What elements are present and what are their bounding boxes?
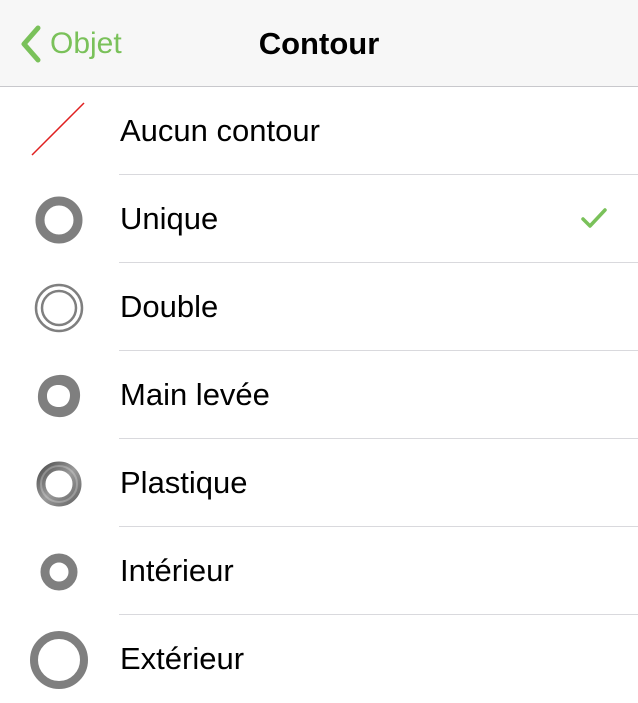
option-plastic[interactable]: Plastique: [0, 439, 638, 527]
no-stroke-icon: [28, 101, 90, 163]
back-button-label: Objet: [50, 27, 122, 60]
option-label: Unique: [120, 201, 219, 236]
option-double[interactable]: Double: [0, 263, 638, 351]
option-no-stroke[interactable]: Aucun contour: [0, 87, 638, 175]
double-stroke-icon: [28, 277, 90, 339]
option-label: Aucun contour: [120, 113, 320, 148]
navigation-bar: Contour Objet: [0, 0, 638, 87]
option-label: Intérieur: [120, 553, 234, 588]
chevron-left-icon: [20, 25, 42, 63]
option-inner[interactable]: Intérieur: [0, 527, 638, 615]
option-label: Extérieur: [120, 641, 245, 676]
checkmark-icon: [580, 206, 608, 230]
option-label: Plastique: [120, 465, 248, 500]
back-button[interactable]: Objet: [20, 20, 122, 68]
plastic-stroke-icon: [28, 453, 90, 515]
option-label: Double: [120, 289, 219, 324]
stroke-options-list: Aucun contour Unique Double Main levée P…: [0, 87, 638, 703]
option-label: Main levée: [120, 377, 270, 412]
inner-stroke-icon: [28, 541, 90, 603]
option-single[interactable]: Unique: [0, 175, 638, 263]
option-freehand[interactable]: Main levée: [0, 351, 638, 439]
freehand-stroke-icon: [28, 365, 90, 427]
single-stroke-icon: [28, 189, 90, 251]
outer-stroke-icon: [28, 629, 90, 691]
option-outer[interactable]: Extérieur: [0, 615, 638, 703]
